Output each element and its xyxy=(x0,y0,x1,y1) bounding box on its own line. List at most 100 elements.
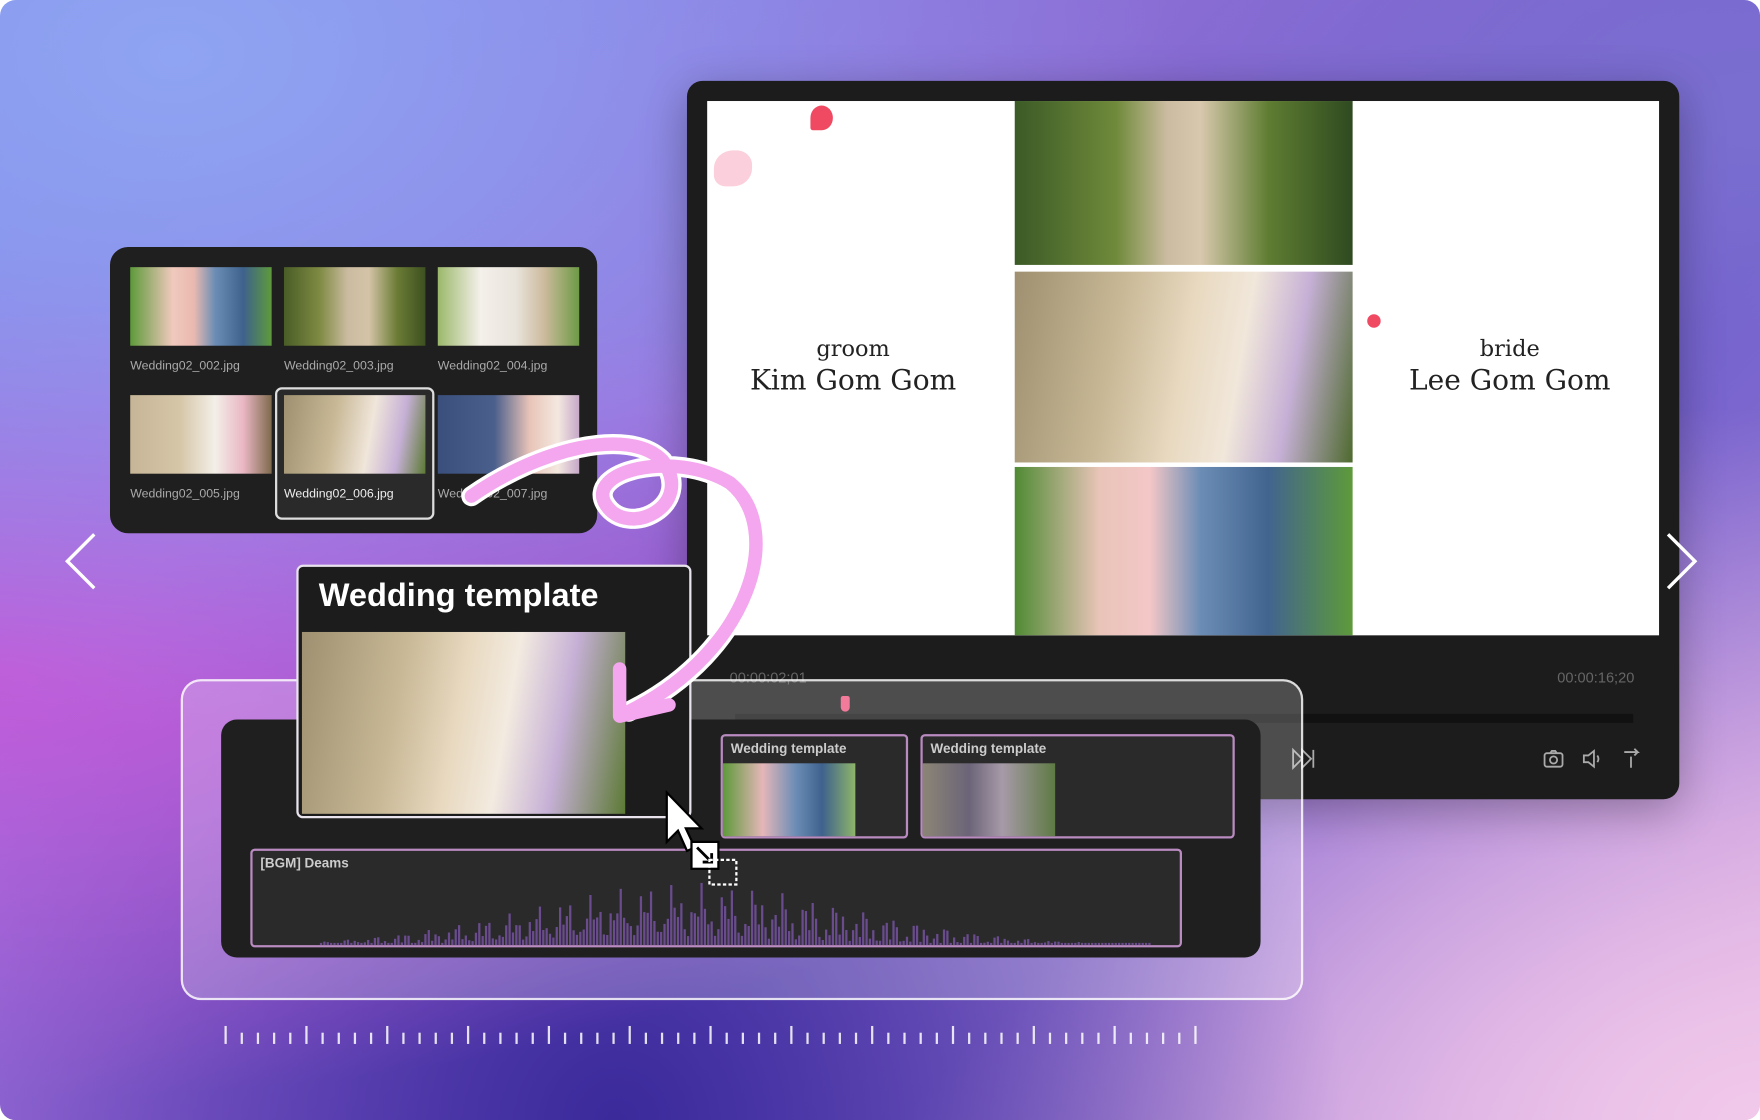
waveform-bar xyxy=(350,942,353,946)
waveform-bar xyxy=(946,930,949,946)
clip-label: Wedding template xyxy=(730,740,847,757)
waveform-bar xyxy=(468,940,471,946)
ruler-tick xyxy=(806,1032,809,1044)
waveform-bar xyxy=(895,927,898,946)
waveform-bar xyxy=(330,942,333,946)
waveform-bar xyxy=(454,929,457,946)
waveform-bar xyxy=(808,930,811,946)
waveform-bar xyxy=(835,912,838,946)
waveform-bar xyxy=(562,924,565,946)
drag-template-card[interactable]: Wedding template xyxy=(296,564,692,819)
waveform-bar xyxy=(471,941,474,946)
waveform-bar xyxy=(724,906,727,946)
waveform-bar xyxy=(390,942,393,946)
waveform-bar xyxy=(619,888,622,946)
waveform-bar xyxy=(501,936,505,946)
waveform-bar xyxy=(1040,942,1043,946)
waveform-bar xyxy=(868,938,872,946)
waveform-bar xyxy=(441,942,444,946)
ruler-tick xyxy=(272,1032,276,1044)
ruler-tick xyxy=(450,1032,454,1044)
waveform-bar xyxy=(1070,942,1074,946)
media-thumb[interactable] xyxy=(283,395,426,474)
media-thumb[interactable] xyxy=(283,267,426,346)
waveform-bar xyxy=(383,941,387,946)
waveform-bar xyxy=(929,942,932,946)
playhead-marker[interactable] xyxy=(840,695,850,712)
ruler-tick xyxy=(677,1032,680,1044)
waveform-bar xyxy=(1104,942,1107,946)
waveform-bar xyxy=(707,924,710,946)
waveform-bar xyxy=(343,940,346,946)
ruler-tick xyxy=(919,1032,922,1044)
media-thumb[interactable] xyxy=(437,267,580,346)
waveform-bar xyxy=(697,916,700,946)
ruler-tick xyxy=(402,1032,405,1044)
waveform-bar xyxy=(996,936,1000,946)
share-icon[interactable] xyxy=(1621,748,1643,770)
waveform-bar xyxy=(666,918,670,946)
waveform-bar xyxy=(555,927,558,946)
waveform-bar xyxy=(1094,942,1097,946)
waveform-bar xyxy=(525,936,528,946)
media-filename: Wedding02_007.jpg xyxy=(437,487,548,501)
waveform-bar xyxy=(767,938,771,946)
waveform-bar xyxy=(515,925,518,946)
waveform-bar xyxy=(1030,942,1033,946)
waveform-bar xyxy=(616,913,619,946)
media-thumb[interactable] xyxy=(130,267,272,346)
ruler-tick xyxy=(1113,1025,1116,1044)
waveform-bar xyxy=(1023,939,1026,946)
timeline-clip[interactable]: Wedding template xyxy=(920,734,1235,839)
ruler-tick xyxy=(321,1032,324,1044)
waveform-bar xyxy=(1067,942,1070,946)
waveform-bar xyxy=(794,939,797,946)
waveform-bar xyxy=(535,919,538,946)
waveform-bar xyxy=(633,935,636,946)
waveform-bar xyxy=(427,930,430,946)
ruler-tick xyxy=(757,1032,761,1044)
ruler-tick xyxy=(871,1025,874,1044)
waveform-bar xyxy=(976,936,979,946)
camera-icon[interactable] xyxy=(1542,748,1564,770)
waveform-bar xyxy=(872,930,875,946)
ruler-tick xyxy=(774,1032,777,1044)
ruler-tick xyxy=(1145,1032,1149,1044)
waveform-bar xyxy=(367,939,370,946)
waveform-bar xyxy=(1057,941,1060,946)
chevron-right-icon[interactable] xyxy=(1664,532,1700,590)
waveform-bar xyxy=(926,935,929,946)
waveform-bar xyxy=(407,935,410,946)
waveform-bar xyxy=(1128,942,1131,946)
petal xyxy=(810,105,833,131)
waveform-bar xyxy=(791,923,794,946)
media-thumb[interactable] xyxy=(130,395,272,474)
waveform-bar xyxy=(1124,942,1127,946)
waveform-bar xyxy=(953,937,956,946)
waveform-bar xyxy=(589,894,592,946)
waveform-bar xyxy=(1016,940,1020,946)
ruler-tick xyxy=(596,1032,599,1044)
ruler-tick xyxy=(1048,1032,1052,1044)
stage: groom Kim Gom Gom bride Lee Gom Gom 00:0… xyxy=(0,0,1760,1120)
waveform-bar xyxy=(845,930,848,946)
waveform-bar xyxy=(579,931,582,946)
waveform-bar xyxy=(461,939,464,946)
waveform-bar xyxy=(1077,942,1080,946)
waveform-bar xyxy=(1144,942,1148,946)
waveform-bar xyxy=(1131,942,1134,946)
waveform-bar xyxy=(710,921,713,946)
ruler-tick xyxy=(1032,1025,1035,1044)
waveform-bar xyxy=(353,940,356,946)
waveform-bar xyxy=(814,918,818,946)
volume-icon[interactable] xyxy=(1580,748,1605,770)
waveform-bar xyxy=(821,940,824,946)
media-thumb[interactable] xyxy=(437,395,580,474)
waveform-bar xyxy=(676,916,680,946)
waveform-bar xyxy=(346,939,350,946)
waveform-bar xyxy=(744,923,747,946)
chevron-left-icon[interactable] xyxy=(63,532,99,590)
waveform-bar xyxy=(750,890,754,946)
ruler-tick xyxy=(790,1025,793,1044)
waveform-bar xyxy=(804,911,808,946)
